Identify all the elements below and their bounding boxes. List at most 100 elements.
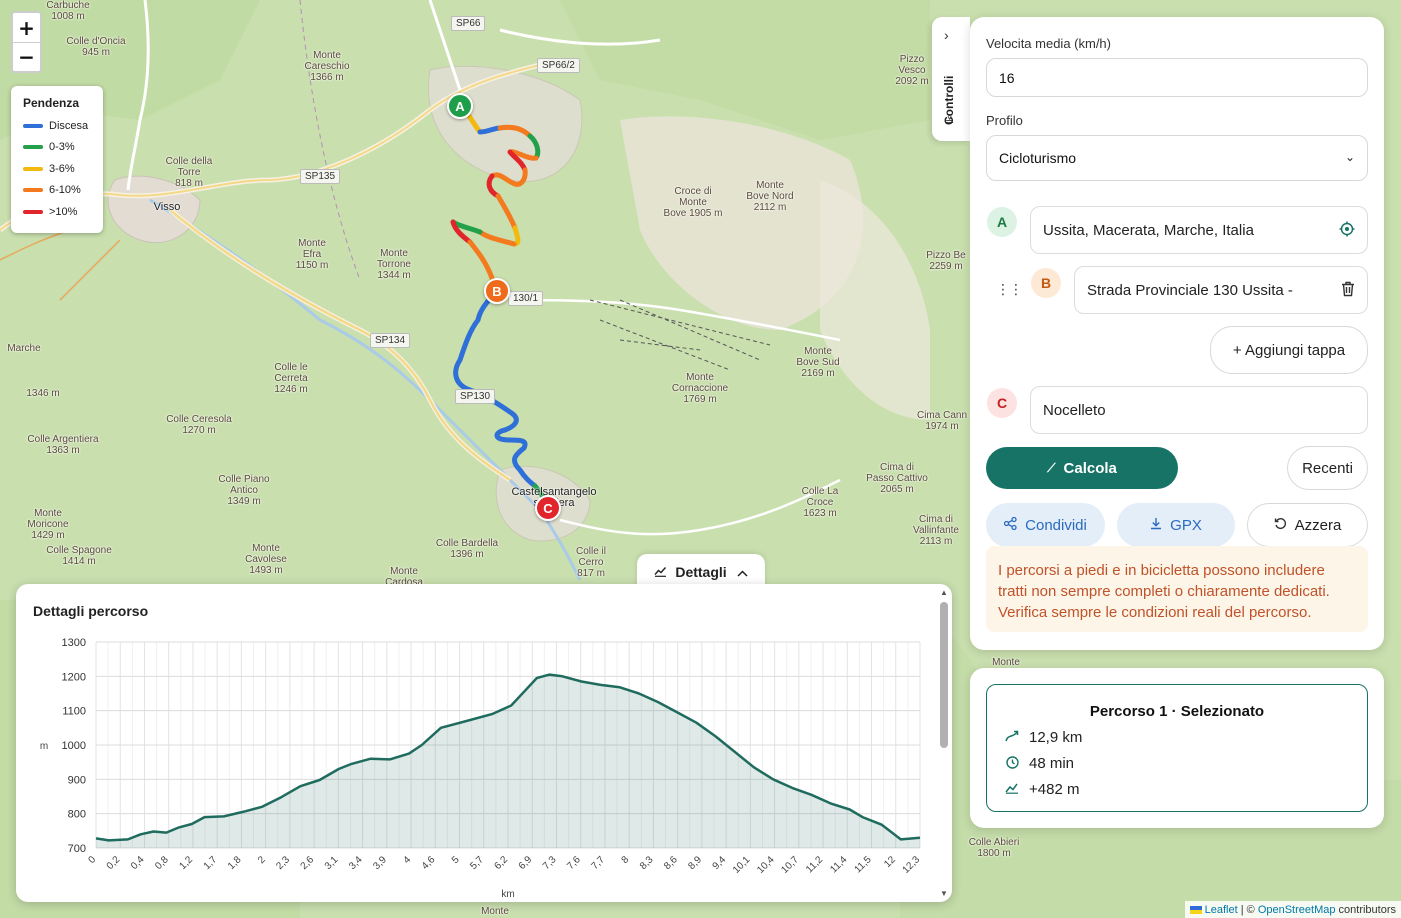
route-ascent: +482 m bbox=[1003, 781, 1079, 798]
waypoint-c-value: Nocelleto bbox=[1043, 401, 1106, 419]
legend-swatch bbox=[23, 166, 43, 171]
recent-button[interactable]: Recenti bbox=[1287, 446, 1368, 490]
map-place-label: Marche bbox=[7, 343, 41, 354]
x-tick-label: 11,2 bbox=[804, 854, 825, 875]
ascent-value: +482 m bbox=[1029, 781, 1080, 798]
controls-tab-label: Controlli bbox=[942, 75, 956, 125]
route-distance: 12,9 km bbox=[1003, 729, 1082, 746]
road-label: SP66/2 bbox=[537, 58, 580, 73]
attribution-tail: contributors bbox=[1335, 903, 1396, 916]
x-tick-label: 1,2 bbox=[177, 854, 195, 872]
x-tick-label: 0,2 bbox=[105, 854, 123, 872]
legend-item: Discesa bbox=[23, 115, 91, 137]
legend-label: Discesa bbox=[49, 119, 89, 132]
scroll-down-icon[interactable]: ▼ bbox=[940, 889, 948, 898]
trash-icon[interactable] bbox=[1341, 281, 1355, 301]
map-place-label: Colle Argentiera 1363 m bbox=[27, 434, 99, 456]
share-button[interactable]: Condividi bbox=[986, 503, 1105, 547]
x-tick-label: 10,4 bbox=[755, 854, 777, 876]
x-tick-label: 3,4 bbox=[347, 854, 365, 872]
legend-label: >10% bbox=[49, 205, 78, 218]
map-place-label: Colle Abieri 1800 m bbox=[968, 837, 1020, 859]
scroll-up-icon[interactable]: ▲ bbox=[940, 588, 948, 597]
x-tick-label: 8,9 bbox=[686, 854, 704, 872]
reset-button[interactable]: Azzera bbox=[1247, 503, 1368, 547]
drag-handle-icon[interactable]: ⋮⋮ bbox=[996, 281, 1023, 298]
osm-link[interactable]: OpenStreetMap bbox=[1258, 904, 1336, 916]
x-tick-label: 1,8 bbox=[226, 854, 244, 872]
y-tick-label: 1200 bbox=[62, 671, 86, 683]
legend-item: 6-10% bbox=[23, 180, 91, 202]
x-tick-label: 1,7 bbox=[202, 854, 220, 872]
legend-swatch bbox=[23, 209, 43, 214]
route-icon: ⟋ bbox=[1047, 460, 1056, 475]
chevron-right-icon: › bbox=[944, 27, 949, 43]
clock-icon bbox=[1003, 755, 1021, 772]
attribution-sep: | © bbox=[1237, 903, 1258, 916]
scrollbar[interactable]: ▲ ▼ bbox=[939, 588, 949, 898]
map-place-label: Croce di Monte Bove 1905 m bbox=[663, 186, 723, 219]
reset-label: Azzera bbox=[1294, 516, 1342, 534]
locate-icon[interactable] bbox=[1339, 221, 1355, 241]
x-tick-label: 5,7 bbox=[468, 854, 486, 872]
scrollbar-thumb[interactable] bbox=[940, 602, 948, 748]
map-attribution: Leaflet | © OpenStreetMap contributors bbox=[1184, 901, 1401, 918]
y-tick-label: 900 bbox=[68, 774, 86, 786]
elevation-chart: 0 0,2 0,4 0,8 1,2 1,7 1,8 2 2,3 2,6 3,1 3,4 3,9 4 4,6 5… bbox=[40, 637, 923, 900]
x-tick-label: 8,3 bbox=[638, 854, 656, 872]
waypoint-b-input[interactable]: Strada Provinciale 130 Ussita - bbox=[1074, 266, 1368, 314]
share-icon bbox=[1003, 516, 1017, 533]
speed-input[interactable]: 16 bbox=[986, 58, 1368, 97]
add-stop-button[interactable]: + Aggiungi tappa bbox=[1210, 326, 1368, 374]
profile-label: Profilo bbox=[986, 113, 1023, 128]
time-value: 48 min bbox=[1029, 755, 1075, 772]
x-tick-label: 12 bbox=[882, 854, 898, 870]
map-place-label: Monte Careschio 1366 m bbox=[304, 50, 350, 83]
profile-select[interactable]: Cicloturismo ⌄ bbox=[986, 135, 1368, 181]
map-place-label: Cima di Passo Cattivo 2065 m bbox=[866, 462, 928, 495]
waypoint-a-input[interactable]: Ussita, Macerata, Marche, Italia bbox=[1030, 206, 1368, 254]
y-tick-label: 1000 bbox=[62, 740, 86, 752]
elevation-icon bbox=[1003, 782, 1021, 797]
waypoint-b-marker[interactable]: B bbox=[484, 278, 510, 304]
x-tick-label: 3,9 bbox=[371, 854, 389, 872]
chart-line-icon bbox=[654, 564, 667, 580]
x-tick-label: 6,2 bbox=[493, 854, 511, 872]
x-tick-label: 4 bbox=[401, 854, 413, 866]
calculate-label: Calcola bbox=[1063, 459, 1117, 477]
waypoint-a-marker[interactable]: A bbox=[447, 93, 473, 119]
leaflet-link[interactable]: Leaflet bbox=[1205, 904, 1238, 916]
map-place-label: Colle della Torre 818 m bbox=[165, 156, 213, 189]
waypoint-c-marker[interactable]: C bbox=[535, 495, 561, 521]
zoom-in-button[interactable]: + bbox=[13, 13, 40, 42]
waypoint-c-input[interactable]: Nocelleto bbox=[1030, 386, 1368, 434]
x-tick-label: 5 bbox=[450, 854, 462, 866]
map-place-label: Colle d'Oncia 945 m bbox=[66, 36, 126, 58]
map-place-label: Pizzo Vesco 2092 m bbox=[895, 54, 929, 87]
route-card[interactable]: Percorso 1 · Selezionato 12,9 km 48 min … bbox=[986, 684, 1368, 812]
map-place-label: Colle le Cerreta 1246 m bbox=[274, 362, 308, 395]
legend-title: Pendenza bbox=[23, 96, 80, 110]
map-place-label: 1346 m bbox=[26, 388, 60, 399]
road-label: SP130 bbox=[455, 389, 496, 404]
legend-label: 0-3% bbox=[49, 141, 75, 154]
map-place-label: Monte bbox=[481, 906, 509, 917]
x-tick-label: 11,4 bbox=[828, 854, 849, 875]
map-place-label: Colle Ceresola 1270 m bbox=[166, 414, 232, 436]
y-tick-label: 800 bbox=[68, 809, 86, 821]
calculate-button[interactable]: ⟋ Calcola bbox=[986, 447, 1178, 489]
controls-toggle-tab[interactable]: › ≚ Controlli bbox=[932, 17, 970, 141]
chevron-down-icon: ⌄ bbox=[1344, 150, 1355, 164]
map-place-label: Colle Spagone 1414 m bbox=[46, 545, 112, 567]
road-label: SP66 bbox=[451, 16, 486, 31]
map-place-label: Monte Efra 1150 m bbox=[295, 238, 329, 271]
zoom-out-button[interactable]: − bbox=[13, 42, 40, 71]
legend-item: >10% bbox=[23, 201, 91, 223]
legend-swatch bbox=[23, 123, 43, 128]
map-place-label: Colle Piano Antico 1349 m bbox=[218, 474, 270, 507]
details-panel: Dettagli percorso 0 0,2 0,4 0,8 1,2 1,7 1,8 2 2,… bbox=[16, 584, 952, 902]
y-tick-label: 1100 bbox=[62, 706, 86, 718]
waypoint-c-badge: C bbox=[987, 388, 1017, 418]
gpx-button[interactable]: GPX bbox=[1117, 503, 1235, 547]
speed-value: 16 bbox=[999, 69, 1015, 86]
